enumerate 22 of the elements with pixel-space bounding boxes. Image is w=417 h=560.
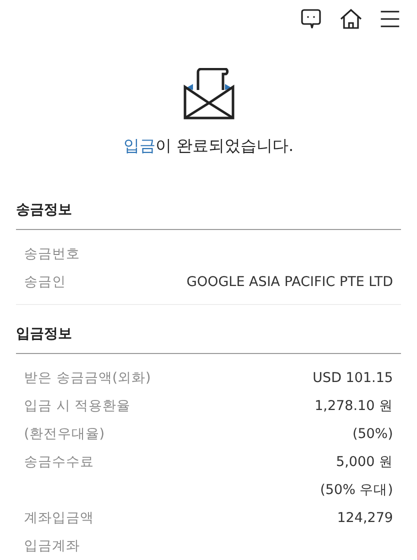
row-label: 송금번호 <box>24 245 80 264</box>
row-value: GOOGLE ASIA PACIFIC PTE LTD <box>186 273 393 292</box>
row-value: (50%) <box>352 425 393 444</box>
completion-message: 입금이 완료되었습니다. <box>122 136 295 157</box>
section-title: 입금정보 <box>16 315 401 354</box>
row-label: 송금인 <box>24 273 66 292</box>
row-value: (50% 우대) <box>320 481 393 500</box>
home-icon[interactable] <box>339 7 363 31</box>
row-label: 계좌입금액 <box>24 509 94 528</box>
envelope-icon <box>182 68 234 120</box>
section-title: 송금정보 <box>16 191 401 230</box>
menu-icon[interactable] <box>379 8 401 30</box>
chat-icon[interactable] <box>299 7 323 31</box>
row-value: USD 101.15 <box>312 369 393 388</box>
row-value: 5,000 원 <box>336 453 393 472</box>
row-label: 입금계좌 <box>24 537 80 556</box>
row-value: 124,279 <box>337 509 393 528</box>
row-label: 입금 시 적용환율 <box>24 397 131 416</box>
row-label: 받은 송금금액(외화) <box>24 369 151 388</box>
row-label: 송금수수료 <box>24 453 94 472</box>
row-value: 1,278.10 원 <box>314 397 393 416</box>
row-label: (환전우대율) <box>24 425 105 444</box>
